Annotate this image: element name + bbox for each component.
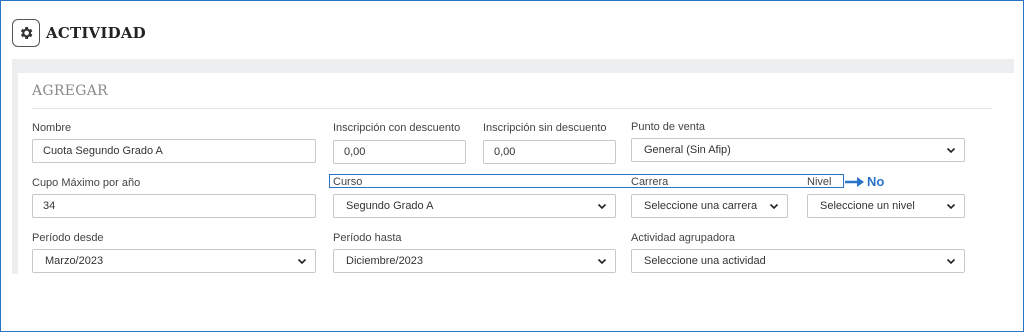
annotation-no: No	[867, 174, 885, 189]
inscripcion-sin-descuento-value: 0,00	[494, 146, 516, 158]
inscripcion-con-descuento-label: Inscripción con descuento	[333, 122, 461, 134]
periodo-desde-value: Marzo/2023	[45, 255, 104, 267]
chevron-down-icon	[597, 201, 607, 211]
gear-icon[interactable]	[12, 19, 40, 47]
nivel-value: Seleccione un nivel	[820, 200, 915, 212]
cupo-maximo-label: Cupo Máximo por año	[32, 177, 141, 189]
periodo-desde-select[interactable]: Marzo/2023	[32, 249, 316, 273]
curso-select[interactable]: Segundo Grado A	[333, 194, 616, 218]
arrow-right-icon	[845, 177, 864, 187]
periodo-hasta-value: Diciembre/2023	[346, 255, 424, 267]
actividad-agrupadora-value: Seleccione una actividad	[644, 255, 766, 267]
chevron-down-icon	[597, 256, 607, 266]
divider	[32, 108, 992, 109]
actividad-agrupadora-label: Actividad agrupadora	[631, 232, 735, 244]
carrera-select[interactable]: Seleccione una carrera	[631, 194, 788, 218]
inscripcion-sin-descuento-label: Inscripción sin descuento	[483, 122, 607, 134]
chevron-down-icon	[946, 201, 956, 211]
nivel-select[interactable]: Seleccione un nivel	[807, 194, 965, 218]
chevron-down-icon	[946, 145, 956, 155]
section-title: AGREGAR	[32, 83, 108, 99]
inscripcion-con-descuento-value: 0,00	[344, 146, 366, 158]
periodo-hasta-select[interactable]: Diciembre/2023	[333, 249, 616, 273]
punto-de-venta-select[interactable]: General (Sin Afip)	[631, 138, 965, 162]
nombre-value: Cuota Segundo Grado A	[43, 145, 163, 157]
cupo-maximo-value: 34	[43, 200, 56, 212]
punto-de-venta-label: Punto de venta	[631, 121, 706, 133]
cupo-maximo-input[interactable]: 34	[32, 194, 316, 218]
chevron-down-icon	[769, 201, 779, 211]
carrera-value: Seleccione una carrera	[644, 200, 758, 212]
curso-value: Segundo Grado A	[346, 200, 434, 212]
inscripcion-con-descuento-input[interactable]: 0,00	[333, 140, 466, 164]
chevron-down-icon	[946, 256, 956, 266]
nombre-input[interactable]: Cuota Segundo Grado A	[32, 139, 316, 163]
actividad-agrupadora-select[interactable]: Seleccione una actividad	[631, 249, 965, 273]
page-header: ACTIVIDAD	[12, 19, 146, 47]
periodo-desde-label: Período desde	[32, 232, 104, 244]
page-title: ACTIVIDAD	[46, 24, 146, 42]
nivel-label: Nivel	[807, 176, 832, 188]
curso-label: Curso	[333, 176, 363, 188]
periodo-hasta-label: Período hasta	[333, 232, 402, 244]
nombre-label: Nombre	[32, 122, 72, 134]
inscripcion-sin-descuento-input[interactable]: 0,00	[483, 140, 616, 164]
chevron-down-icon	[297, 256, 307, 266]
carrera-label: Carrera	[631, 176, 669, 188]
highlight-box	[329, 174, 844, 188]
punto-de-venta-value: General (Sin Afip)	[644, 144, 731, 156]
